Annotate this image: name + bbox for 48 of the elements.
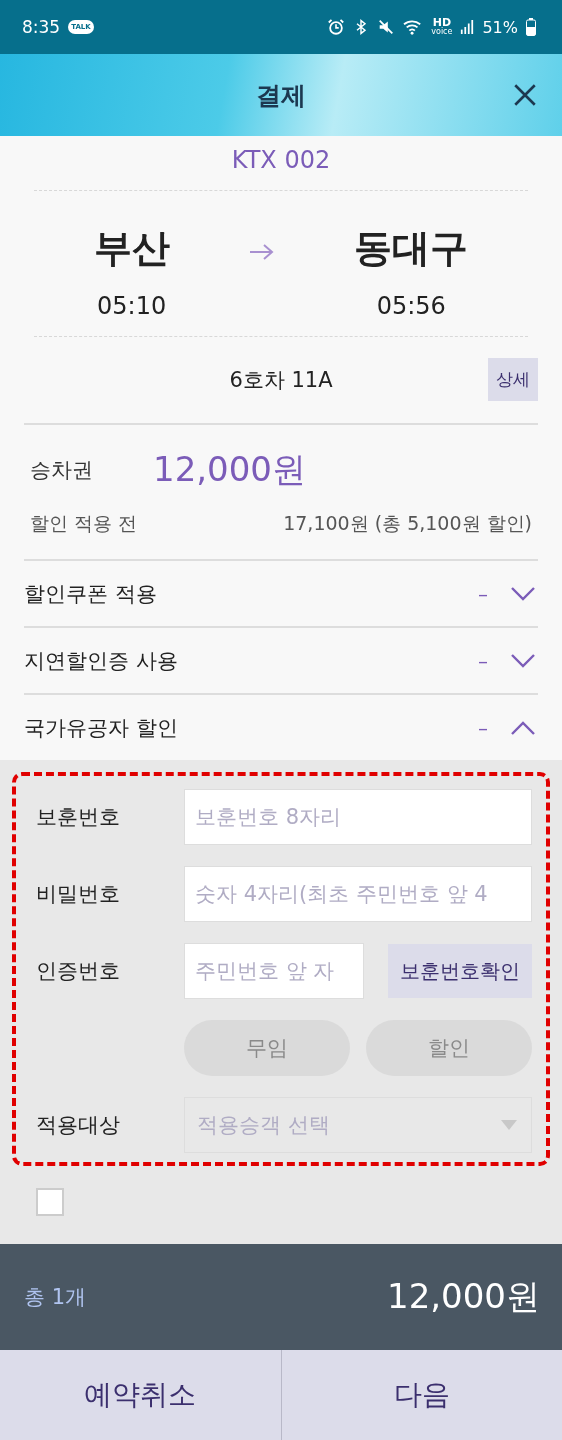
discount-value: – bbox=[478, 581, 488, 606]
clock: 8:35 bbox=[22, 17, 61, 37]
discount-value: – bbox=[478, 648, 488, 673]
input-field[interactable]: 보훈번호 8자리 bbox=[184, 789, 532, 845]
discount-row[interactable]: 지연할인증 사용 – bbox=[24, 628, 538, 693]
chevron-down-icon bbox=[510, 652, 536, 669]
departure-time: 05:10 bbox=[97, 292, 167, 320]
input-field[interactable]: 숫자 4자리(최초 주민번호 앞 4 bbox=[184, 866, 532, 922]
detail-button[interactable]: 상세 bbox=[488, 358, 538, 401]
discount-label: 할인쿠폰 적용 bbox=[24, 580, 158, 608]
mute-icon bbox=[377, 18, 396, 36]
train-name: KTX 002 bbox=[230, 145, 332, 176]
before-discount-label: 할인 적용 전 bbox=[30, 511, 138, 536]
close-icon bbox=[512, 82, 538, 108]
discount-label: 지연할인증 사용 bbox=[24, 647, 179, 675]
page-title: 결제 bbox=[256, 79, 306, 112]
battery-level: 51% bbox=[482, 17, 518, 37]
ticket-label: 승차권 bbox=[30, 457, 93, 484]
chevron-up-icon bbox=[510, 719, 536, 736]
total-price: 12,000원 bbox=[387, 1275, 540, 1318]
hd-voice-label: HD voice bbox=[431, 18, 453, 36]
before-discount-value: 17,100원 (총 5,100원 할인) bbox=[283, 511, 532, 536]
field-label: 보훈번호 bbox=[35, 804, 121, 831]
chevron-down-icon bbox=[510, 585, 536, 602]
ticket-price: 12,000원 bbox=[153, 448, 306, 491]
battery-icon bbox=[526, 18, 536, 36]
arrival-station: 동대구 bbox=[354, 225, 469, 272]
signal-icon bbox=[460, 19, 475, 35]
field-label: 적용대상 bbox=[35, 1112, 121, 1139]
discount-row[interactable]: 할인쿠폰 적용 – bbox=[24, 561, 538, 626]
arrow-icon bbox=[249, 241, 275, 262]
field-label: 비밀번호 bbox=[35, 881, 121, 908]
input-field[interactable]: 주민번호 앞 자 bbox=[184, 943, 364, 999]
wifi-icon bbox=[403, 18, 424, 36]
seat-info: 6호차 11A bbox=[229, 367, 333, 394]
departure-station: 부산 bbox=[93, 225, 170, 272]
checkbox[interactable] bbox=[36, 1188, 64, 1216]
discount-value: – bbox=[478, 715, 488, 740]
discount-row[interactable]: 국가유공자 할인 – bbox=[24, 695, 538, 760]
action-button[interactable]: 예약취소 bbox=[0, 1350, 282, 1440]
dropdown-icon bbox=[501, 1120, 517, 1130]
field-label: 인증번호 bbox=[35, 958, 121, 985]
item-count: 총 1개 bbox=[24, 1284, 87, 1311]
verify-button[interactable]: 보훈번호확인 bbox=[388, 944, 532, 998]
alarm-icon bbox=[327, 18, 346, 36]
action-button[interactable]: 다음 bbox=[281, 1350, 562, 1440]
discount-label: 국가유공자 할인 bbox=[24, 714, 179, 742]
arrival-time: 05:56 bbox=[376, 292, 446, 320]
